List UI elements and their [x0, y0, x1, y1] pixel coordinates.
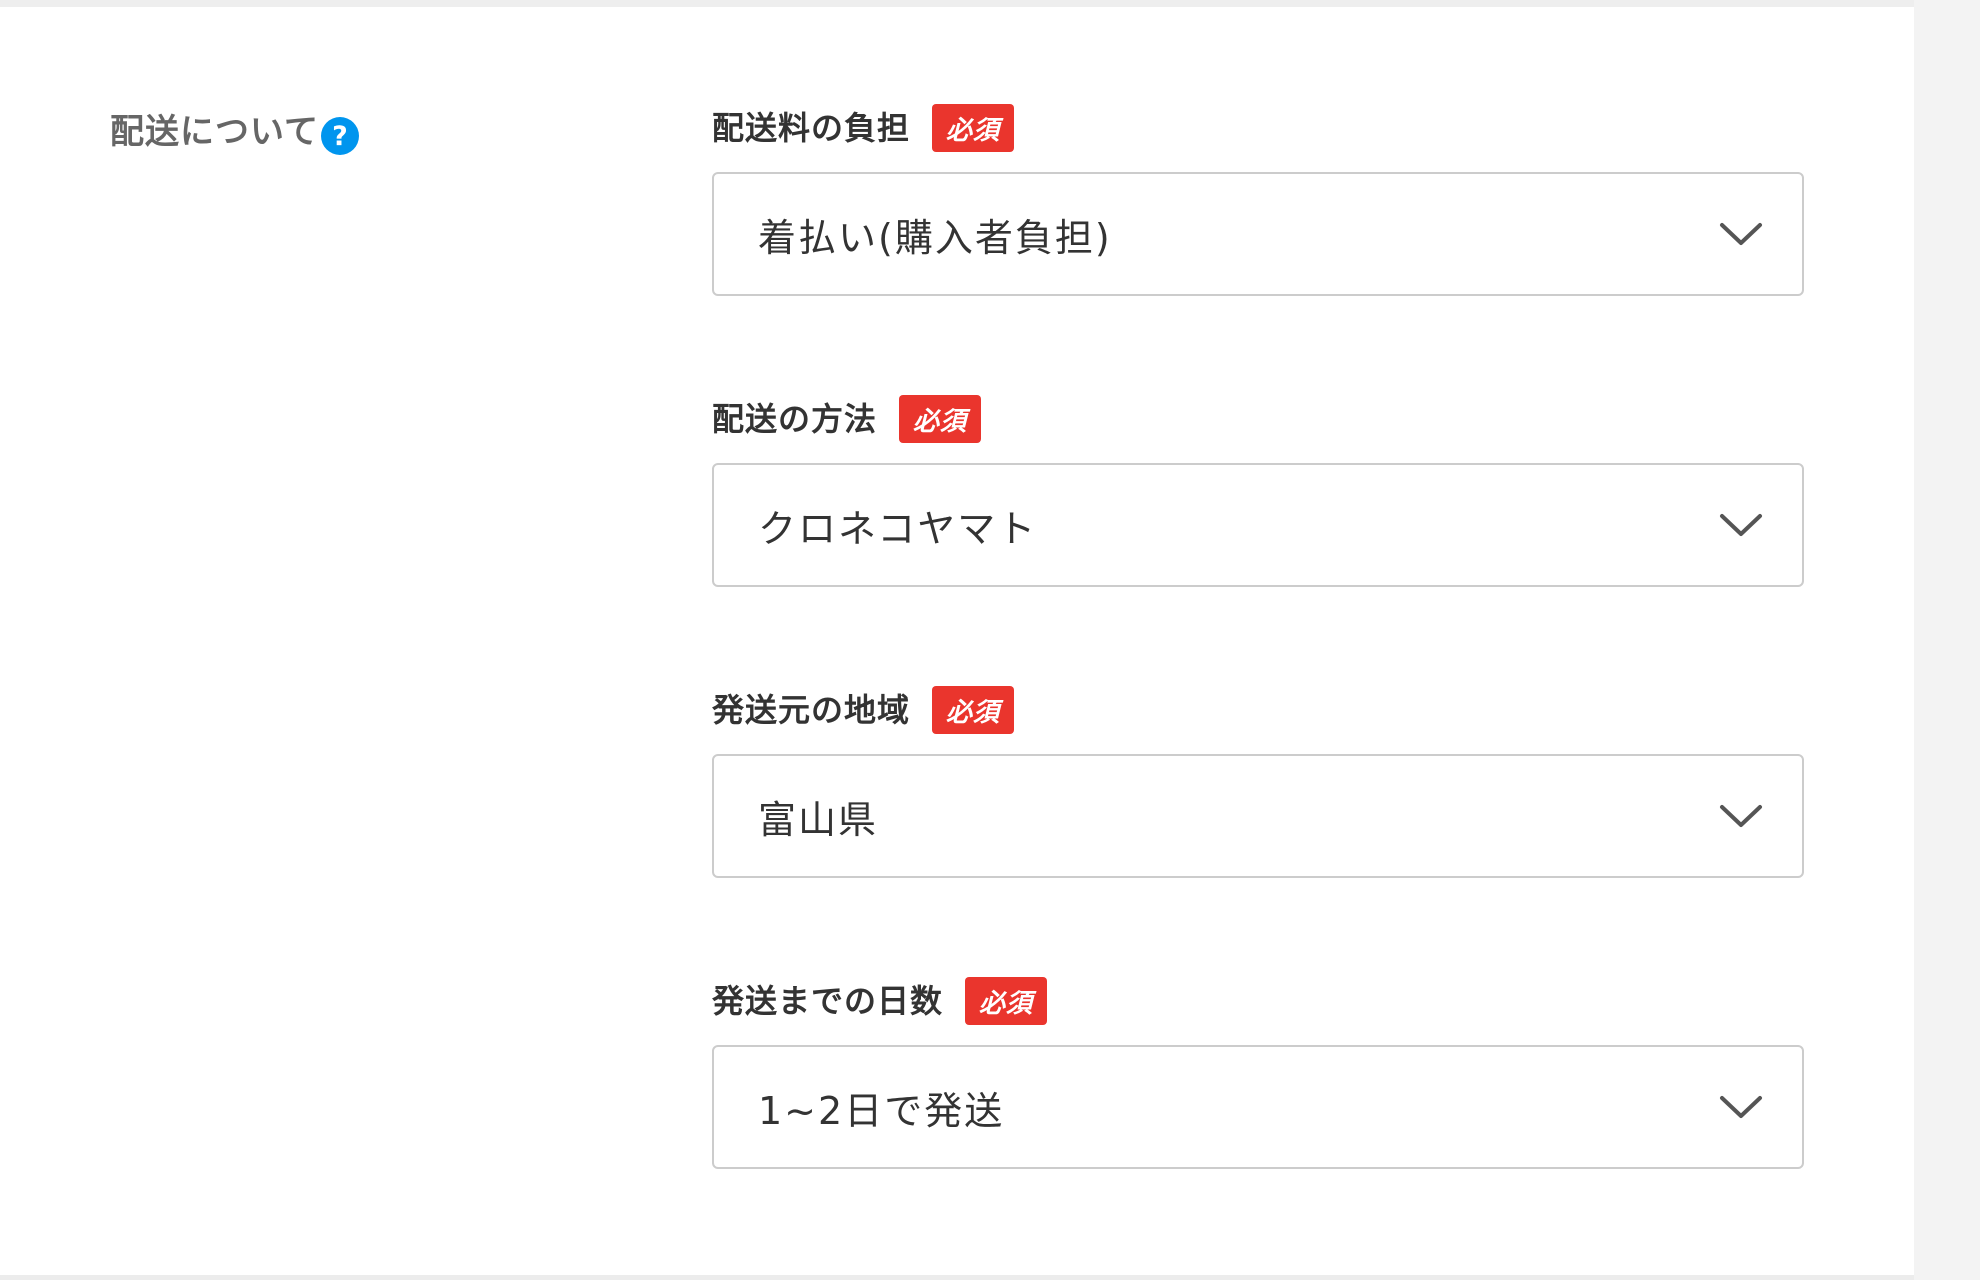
field-label-row: 発送までの日数 必須 [712, 975, 1804, 1027]
field-label-row: 配送料の負担 必須 [712, 102, 1804, 154]
shipping-fee-field: 配送料の負担 必須 着払い(購入者負担) [712, 102, 1804, 296]
required-badge: 必須 [965, 977, 1048, 1025]
top-divider [0, 0, 1914, 7]
shipping-section-panel: 配送について ? 配送料の負担 必須 着払い(購入者負担) 配送の方法 必須 ク… [0, 0, 1914, 1280]
days-to-ship-field: 発送までの日数 必須 1~2日で発送 [712, 975, 1804, 1169]
right-gutter [1914, 0, 1980, 1280]
section-title: 配送について [110, 112, 319, 152]
question-circle-icon[interactable]: ? [320, 117, 359, 155]
ship-from-region-field: 発送元の地域 必須 富山県 [712, 684, 1804, 878]
shipping-method-select[interactable]: クロネコヤマト [712, 463, 1804, 587]
bottom-divider [0, 1275, 1914, 1280]
required-badge: 必須 [932, 686, 1015, 734]
chevron-down-icon [1718, 502, 1764, 548]
shipping-method-value: クロネコヤマト [758, 506, 1038, 551]
days-to-ship-value: 1~2日で発送 [758, 1088, 1005, 1133]
ship-from-region-label: 発送元の地域 [712, 691, 911, 729]
field-label-row: 発送元の地域 必須 [712, 684, 1804, 736]
shipping-method-field: 配送の方法 必須 クロネコヤマト [712, 393, 1804, 587]
chevron-down-icon [1718, 211, 1764, 257]
shipping-fee-select[interactable]: 着払い(購入者負担) [712, 172, 1804, 296]
chevron-down-icon [1718, 1084, 1764, 1130]
required-badge: 必須 [932, 104, 1015, 152]
required-badge: 必須 [899, 395, 982, 443]
field-label-row: 配送の方法 必須 [712, 393, 1804, 445]
shipping-fee-value: 着払い(購入者負担) [758, 215, 1112, 260]
ship-from-region-value: 富山県 [758, 797, 879, 842]
section-heading: 配送について ? [110, 108, 359, 156]
shipping-fee-label: 配送料の負担 [712, 109, 911, 147]
shipping-method-label: 配送の方法 [712, 400, 878, 438]
days-to-ship-label: 発送までの日数 [712, 982, 944, 1020]
chevron-down-icon [1718, 793, 1764, 839]
days-to-ship-select[interactable]: 1~2日で発送 [712, 1045, 1804, 1169]
ship-from-region-select[interactable]: 富山県 [712, 754, 1804, 878]
